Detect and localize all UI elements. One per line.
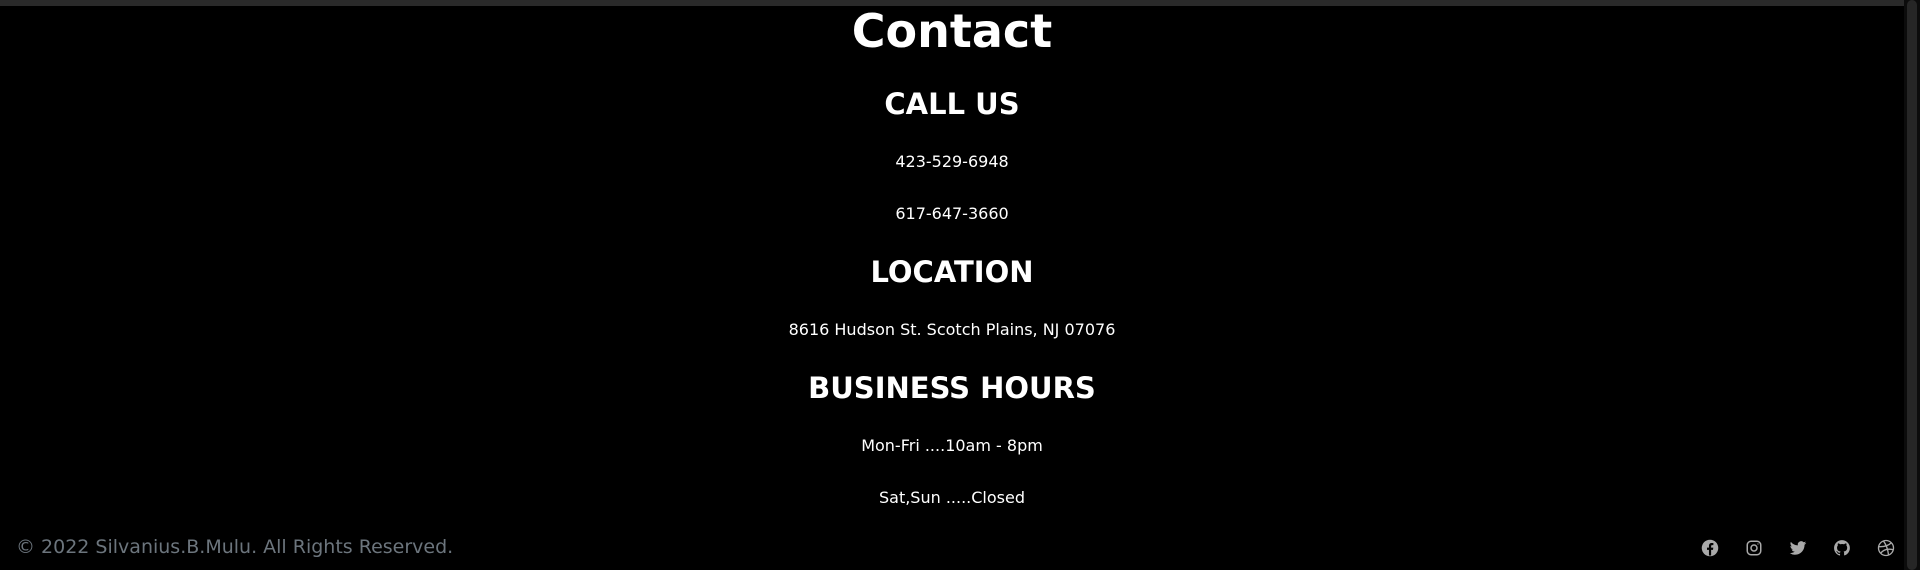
location-heading: LOCATION	[870, 255, 1034, 289]
github-icon[interactable]	[1830, 537, 1854, 559]
facebook-icon[interactable]	[1698, 537, 1722, 559]
social-links	[1698, 537, 1898, 559]
page-title: Contact	[851, 4, 1053, 58]
scrollbar[interactable]	[1904, 0, 1920, 570]
call-us-heading: CALL US	[884, 87, 1020, 121]
scrollbar-thumb[interactable]	[1907, 0, 1917, 570]
phone-number-2[interactable]: 617-647-3660	[0, 204, 1904, 224]
copyright-text: © 2022 Silvanius.B.Mulu. All Rights Rese…	[16, 536, 454, 558]
hours-weekdays: Mon-Fri ....10am - 8pm	[861, 436, 1043, 455]
address-text: 8616 Hudson St. Scotch Plains, NJ 07076	[788, 320, 1116, 339]
instagram-icon[interactable]	[1742, 537, 1766, 559]
twitter-icon[interactable]	[1786, 537, 1810, 559]
hours-weekend: Sat,Sun .....Closed	[878, 488, 1025, 507]
dribbble-icon[interactable]	[1874, 537, 1898, 559]
business-hours-heading: BUSINESS HOURS	[808, 371, 1096, 405]
phone-number-1[interactable]: 423-529-6948	[0, 152, 1904, 172]
